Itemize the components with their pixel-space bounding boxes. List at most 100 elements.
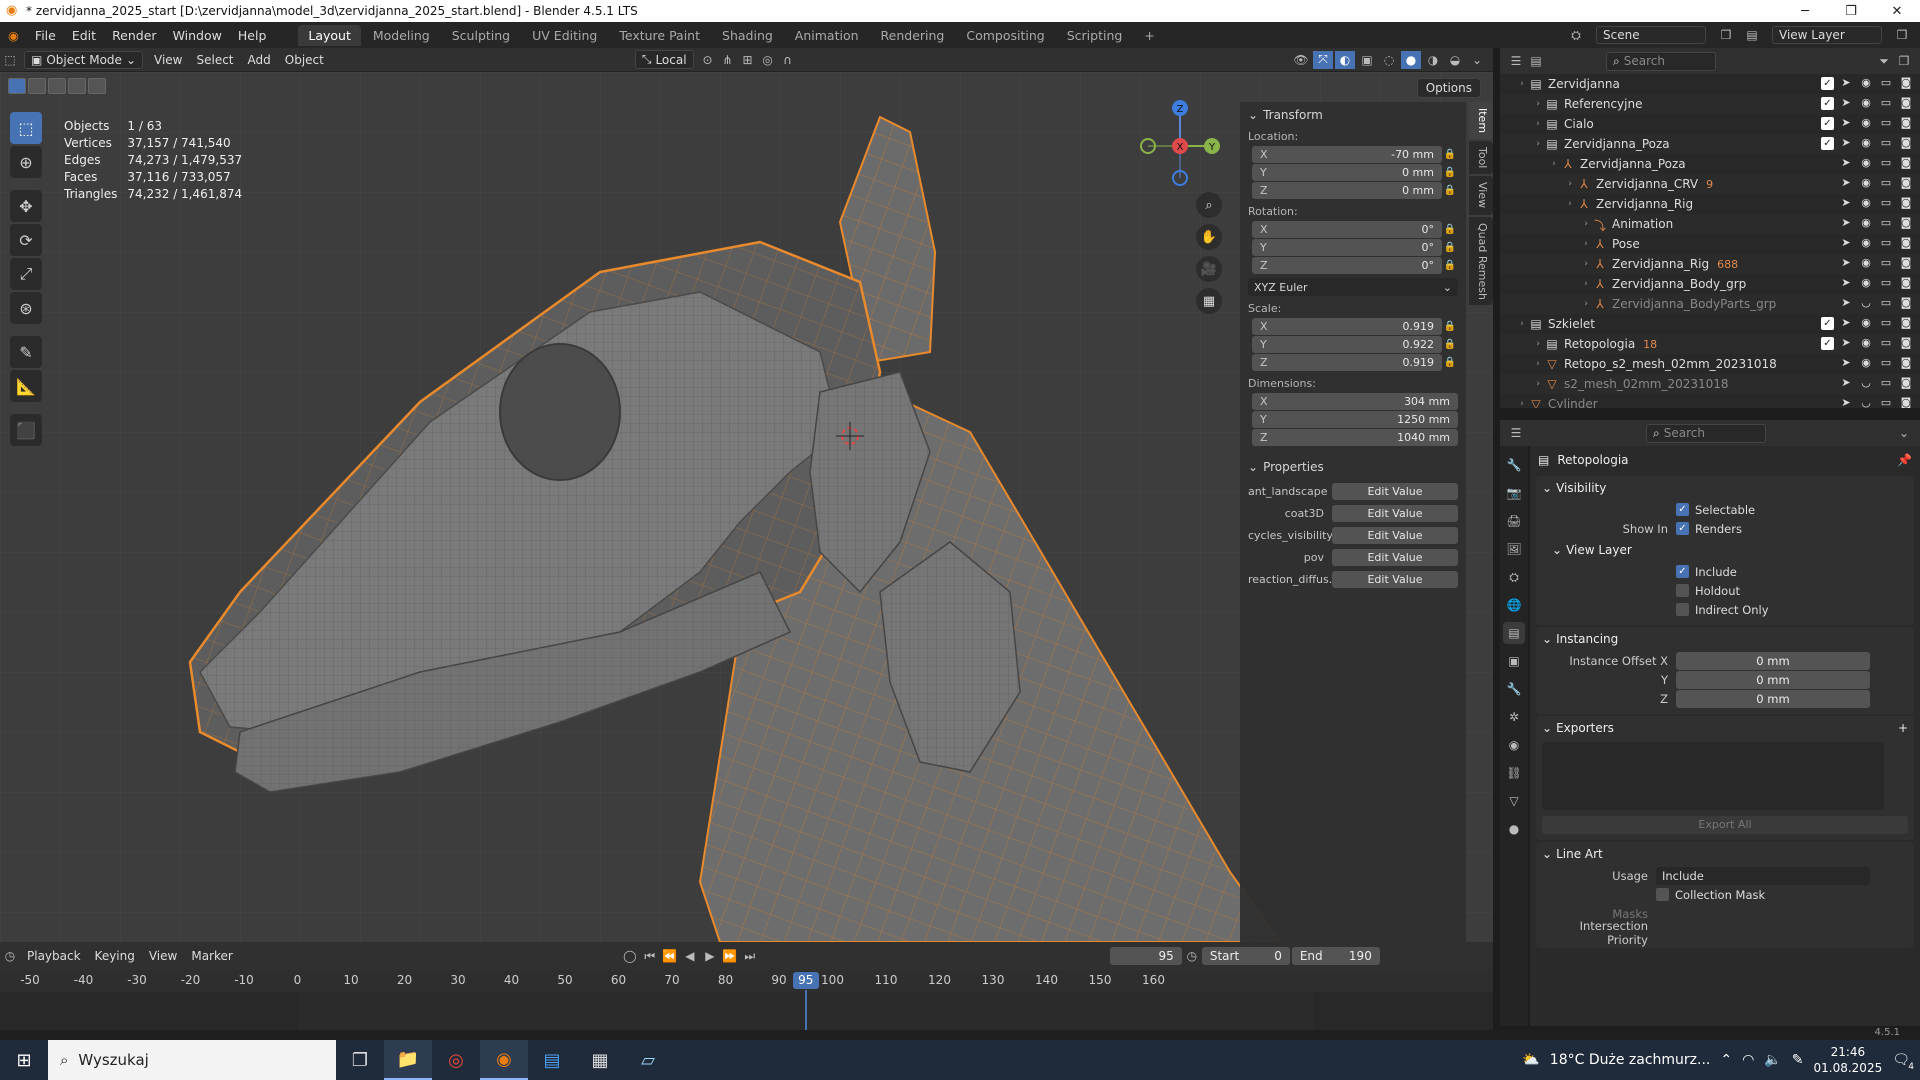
instance-offset-z-field[interactable]: 0 mm	[1676, 689, 1870, 708]
render-toggle-icon[interactable]: ◙	[1898, 216, 1914, 232]
expand-chevron-icon[interactable]: ›	[1532, 359, 1544, 369]
selectable-toggle-icon[interactable]: ➤	[1838, 96, 1854, 112]
menu-help[interactable]: Help	[230, 28, 275, 43]
visibility-eye-icon[interactable]: ◉	[1858, 196, 1874, 212]
snap-icon[interactable]: ⋔	[718, 51, 738, 69]
current-frame-field[interactable]: 95	[1109, 947, 1182, 965]
viewport-toggle-icon[interactable]: ▭	[1878, 216, 1894, 232]
weather-icon[interactable]: ⛅	[1522, 1052, 1539, 1068]
exclude-checkbox[interactable]: ✓	[1821, 317, 1834, 330]
select-intersect-mode[interactable]	[88, 78, 106, 94]
render-toggle-icon[interactable]: ◙	[1898, 116, 1914, 132]
mode-selector[interactable]: ▣ Object Mode ⌄	[24, 50, 143, 69]
word-icon[interactable]: ▤	[528, 1040, 576, 1080]
outliner-row[interactable]: › ▽ s2_mesh_02mm_20231018 ➤ ◡ ▭ ◙	[1500, 374, 1920, 394]
visibility-eye-icon[interactable]: ◉	[1858, 136, 1874, 152]
workspace-tab-sculpting[interactable]: Sculpting	[442, 25, 520, 46]
view-layer-tab-icon[interactable]: 🖼	[1503, 538, 1525, 560]
selectable-toggle-icon[interactable]: ➤	[1838, 156, 1854, 172]
menu-render[interactable]: Render	[104, 28, 165, 43]
render-toggle-icon[interactable]: ◙	[1898, 156, 1914, 172]
outliner-item-name[interactable]: Cialo	[1564, 117, 1594, 131]
3d-viewport[interactable]: ⬚ ⊕ ✥ ⟳ ⤢ ⊛ ✎ 📐 ⬛ Objects 1 / 63 Vertices…	[0, 72, 1493, 942]
lock-icon[interactable]: 🔒	[1442, 224, 1458, 235]
pin-icon[interactable]: 📌	[1897, 453, 1912, 467]
selectable-toggle-icon[interactable]: ➤	[1838, 196, 1854, 212]
xray-toggle-icon[interactable]: ▣	[1357, 51, 1377, 69]
render-toggle-icon[interactable]: ◙	[1898, 376, 1914, 392]
outliner-row[interactable]: › ⅄ Zervidjanna_Poza ➤ ◉ ▭ ◙	[1500, 154, 1920, 174]
exclude-checkbox[interactable]: ✓	[1821, 77, 1834, 90]
lock-icon[interactable]: 🔒	[1442, 242, 1458, 253]
new-collection-icon[interactable]: ❐	[1894, 52, 1914, 70]
scale-y-field[interactable]: Y 0.922	[1252, 335, 1442, 353]
outliner-row[interactable]: › ▤ Zervidjanna ✓ ➤ ◉ ▭ ◙	[1500, 74, 1920, 94]
rotate-tool-icon[interactable]: ⟳	[10, 224, 42, 256]
menu-edit[interactable]: Edit	[64, 28, 104, 43]
selectable-toggle-icon[interactable]: ➤	[1838, 296, 1854, 312]
playhead-frame-indicator[interactable]: 95	[792, 972, 819, 989]
expand-chevron-icon[interactable]: ›	[1516, 399, 1528, 408]
outliner-row[interactable]: › ⅄ Pose ➤ ◉ ▭ ◙	[1500, 234, 1920, 254]
include-checkbox[interactable]: ✓	[1676, 565, 1689, 578]
instancing-panel-header[interactable]: ⌄ Instancing	[1536, 627, 1914, 651]
properties-panel-header[interactable]: ⌄ Properties	[1240, 454, 1466, 480]
selectable-checkbox[interactable]: ✓	[1676, 503, 1689, 516]
expand-chevron-icon[interactable]: ›	[1580, 299, 1592, 309]
visibility-eye-icon[interactable]: ◡	[1858, 376, 1874, 392]
render-tab-icon[interactable]: 📷	[1503, 482, 1525, 504]
workspace-tab-texture-paint[interactable]: Texture Paint	[609, 25, 710, 46]
visibility-eye-icon[interactable]: ◉	[1858, 336, 1874, 352]
wifi-icon[interactable]: ◠	[1742, 1052, 1754, 1068]
visibility-eye-icon[interactable]: ◉	[1858, 356, 1874, 372]
chevron-down-icon[interactable]: ⌄	[1894, 424, 1914, 442]
view-layer-icon[interactable]: ▤	[1742, 26, 1762, 44]
visibility-eye-icon[interactable]: ◉	[1858, 76, 1874, 92]
world-tab-icon[interactable]: 🌐	[1503, 594, 1525, 616]
select-subtract-mode[interactable]	[48, 78, 66, 94]
play-reverse-icon[interactable]: ◀	[680, 947, 700, 965]
physics-tab-icon[interactable]: ◉	[1503, 734, 1525, 756]
dimension-x-field[interactable]: X 304 mm	[1252, 392, 1458, 410]
render-toggle-icon[interactable]: ◙	[1898, 396, 1914, 408]
viewport-toggle-icon[interactable]: ▭	[1878, 356, 1894, 372]
selectable-toggle-icon[interactable]: ➤	[1838, 396, 1854, 408]
visibility-eye-icon[interactable]: ◉	[1858, 276, 1874, 292]
minimize-button[interactable]: ─	[1782, 0, 1828, 22]
selectable-toggle-icon[interactable]: ➤	[1838, 256, 1854, 272]
visibility-eye-icon[interactable]: ◉	[1858, 316, 1874, 332]
blender-menu-icon[interactable]: ◉	[0, 28, 27, 43]
outliner-row[interactable]: › ⅄ Zervidjanna_BodyParts_grp ➤ ◡ ▭ ◙	[1500, 294, 1920, 314]
start-button[interactable]: ⊞	[0, 1040, 48, 1080]
visibility-eye-icon[interactable]: ◉	[1858, 256, 1874, 272]
rotation-z-field[interactable]: Z 0°	[1252, 256, 1442, 274]
collection-mask-checkbox[interactable]	[1656, 888, 1669, 901]
modifier-tab-icon[interactable]: 🔧	[1503, 678, 1525, 700]
keying-menu[interactable]: Keying	[88, 947, 142, 965]
outliner-row[interactable]: › ⤵ Animation ➤ ◉ ▭ ◙	[1500, 214, 1920, 234]
add-exporter-button[interactable]: +	[1898, 721, 1908, 735]
selectable-toggle-icon[interactable]: ➤	[1838, 216, 1854, 232]
viewport-toggle-icon[interactable]: ▭	[1878, 316, 1894, 332]
select-box-tool-icon[interactable]: ⬚	[10, 112, 42, 144]
outliner-item-name[interactable]: Retopo_s2_mesh_02mm_20231018	[1564, 357, 1777, 371]
proportional-edit-icon[interactable]: ◎	[758, 51, 778, 69]
outliner-item-name[interactable]: Zervidjanna_CRV	[1596, 177, 1698, 191]
dimension-y-field[interactable]: Y 1250 mm	[1252, 410, 1458, 428]
volume-icon[interactable]: 🔈	[1764, 1052, 1781, 1068]
render-toggle-icon[interactable]: ◙	[1898, 196, 1914, 212]
scene-tab-icon[interactable]: ⛭	[1503, 566, 1525, 588]
visibility-eye-icon[interactable]: ◉	[1858, 216, 1874, 232]
move-tool-icon[interactable]: ✥	[10, 190, 42, 222]
visibility-eye-icon[interactable]: ◡	[1858, 296, 1874, 312]
render-toggle-icon[interactable]: ◙	[1898, 236, 1914, 252]
solid-shading-icon[interactable]: ●	[1401, 50, 1421, 69]
filter-icon[interactable]: ⏷	[1874, 52, 1894, 70]
visibility-panel-header[interactable]: ⌄ Visibility	[1536, 476, 1914, 500]
constraints-tab-icon[interactable]: ⛓	[1503, 762, 1525, 784]
editor-type-icon[interactable]: ⬚	[0, 51, 20, 69]
outliner-item-name[interactable]: Zervidjanna_BodyParts_grp	[1612, 297, 1776, 311]
transform-tool-icon[interactable]: ⊛	[10, 292, 42, 324]
exclude-checkbox[interactable]: ✓	[1821, 117, 1834, 130]
export-all-button[interactable]: Export All	[1542, 816, 1908, 834]
